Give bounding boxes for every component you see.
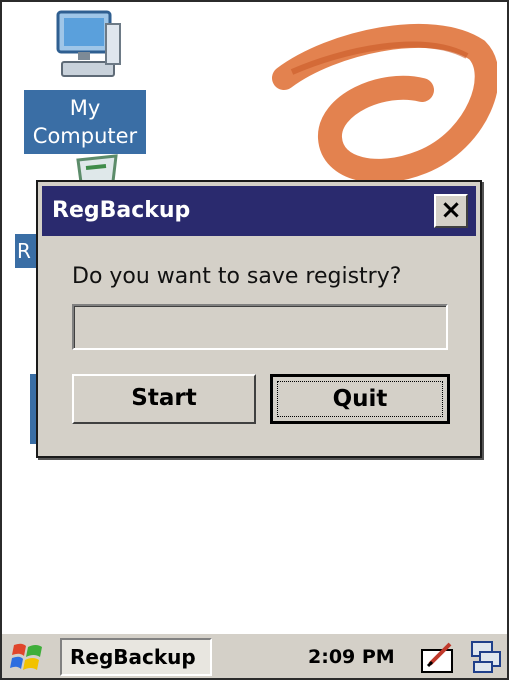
- taskbar: RegBackup 2:09 PM: [2, 632, 507, 678]
- close-button[interactable]: ×: [434, 194, 468, 228]
- computer-icon: [54, 10, 122, 82]
- dialog-prompt: Do you want to save registry?: [72, 264, 402, 289]
- regbackup-dialog: RegBackup × Do you want to save registry…: [36, 180, 482, 458]
- dialog-titlebar[interactable]: RegBackup ×: [42, 186, 476, 236]
- brand-logo: [272, 20, 499, 185]
- input-panel-icon[interactable]: [420, 640, 456, 674]
- windows-start-icon[interactable]: [8, 641, 46, 673]
- taskbar-app-button[interactable]: RegBackup: [60, 638, 212, 676]
- show-desktop-icon[interactable]: [470, 640, 504, 674]
- quit-button-label: Quit: [332, 386, 388, 412]
- taskbar-clock[interactable]: 2:09 PM: [308, 634, 395, 678]
- taskbar-app-label: RegBackup: [70, 645, 196, 669]
- close-icon: ×: [440, 195, 462, 225]
- my-computer-label: My Computer: [24, 90, 146, 154]
- start-button-label: Start: [131, 385, 197, 411]
- desktop: My Computer R RegBackup × Do you want to…: [0, 0, 509, 680]
- quit-button[interactable]: Quit: [270, 374, 450, 424]
- start-button[interactable]: Start: [72, 374, 256, 424]
- progress-field: [72, 304, 448, 350]
- dialog-title: RegBackup: [52, 198, 191, 223]
